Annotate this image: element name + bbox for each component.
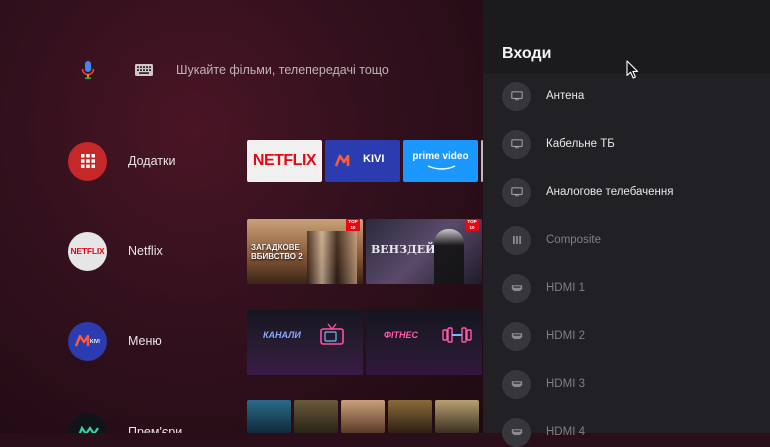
glass-onion-title: ЗАГАДКОВЕ ВБИВСТВО 2	[251, 243, 303, 261]
netflix-logo-text: NETFLIX	[70, 246, 105, 256]
top10-badge: TOP 10	[465, 219, 479, 231]
input-label: Аналогове телебачення	[546, 186, 674, 198]
apps-grid-icon[interactable]	[68, 141, 107, 181]
tv-icon	[502, 81, 531, 111]
row-label-apps: Додатки	[128, 154, 176, 168]
netflix-tile-label: NETFLIX	[252, 152, 317, 169]
hdmi-icon	[502, 417, 531, 447]
premiere-poster[interactable]	[341, 400, 385, 433]
premiere-poster[interactable]	[435, 400, 479, 433]
input-item-hdmi-4[interactable]: HDMI 4	[502, 417, 762, 447]
tv-neon-icon	[320, 323, 344, 345]
row-label-netflix: Netflix	[128, 244, 163, 258]
input-item-cable-tv[interactable]: Кабельне ТБ	[502, 129, 762, 159]
premiere-poster[interactable]	[294, 400, 338, 433]
input-item-hdmi-3[interactable]: HDMI 3	[502, 369, 762, 399]
fitness-tile[interactable]: ФІТНЕС	[366, 310, 482, 375]
kivi-logo[interactable]: KIVI	[68, 321, 107, 361]
dumbbell-icon	[442, 327, 472, 343]
kivi-m-icon: KIVI	[74, 334, 100, 347]
svg-text:KIVI: KIVI	[90, 339, 100, 345]
input-label: HDMI 3	[546, 378, 585, 390]
mouse-cursor-icon	[626, 60, 639, 79]
wednesday-tile[interactable]: TOP 10 ВЕНЗДЕЙ	[366, 219, 482, 284]
input-item-analog-tv[interactable]: Аналогове телебачення	[502, 177, 762, 207]
input-item-hdmi-1[interactable]: HDMI 1	[502, 273, 762, 303]
prime-tile-label: prime video	[412, 151, 469, 162]
row-premieres[interactable]: Прем'єри	[68, 412, 182, 433]
input-label: Composite	[546, 234, 601, 246]
fitness-title: ФІТНЕС	[384, 330, 419, 340]
row-apps[interactable]: Додатки	[68, 141, 175, 181]
kivi-m-icon	[335, 154, 350, 167]
top10-badge: TOP 10	[346, 219, 360, 231]
microphone-icon[interactable]	[78, 58, 98, 82]
premiere-poster[interactable]	[247, 400, 291, 433]
hdmi-icon	[502, 273, 531, 303]
hdmi-icon	[502, 369, 531, 399]
prime-video-app-tile[interactable]: prime video	[403, 140, 478, 182]
inputs-panel-title: Входи	[502, 45, 552, 62]
input-label: Антена	[546, 90, 585, 102]
keyboard-icon[interactable]	[134, 63, 154, 77]
row-label-menu: Меню	[128, 334, 162, 348]
search-bar[interactable]: Шукайте фільми, телепередачі тощо	[78, 56, 389, 84]
prime-smile-icon	[427, 165, 456, 170]
tv-icon	[502, 129, 531, 159]
premieres-logo-icon[interactable]	[68, 412, 107, 433]
channels-title: КАНАЛИ	[263, 330, 301, 340]
cast-silhouettes	[307, 231, 357, 284]
wednesday-title: ВЕНЗДЕЙ	[371, 243, 436, 256]
netflix-app-tile[interactable]: NETFLIX	[247, 140, 322, 182]
netflix-logo[interactable]: NETFLIX	[68, 231, 107, 271]
hdmi-icon	[502, 321, 531, 351]
row-menu[interactable]: KIVI Меню	[68, 321, 162, 361]
row-netflix[interactable]: NETFLIX Netflix	[68, 231, 163, 271]
input-item-composite[interactable]: Composite	[502, 225, 762, 255]
input-label: HDMI 2	[546, 330, 585, 342]
channels-tile[interactable]: КАНАЛИ	[247, 310, 363, 375]
search-placeholder: Шукайте фільми, телепередачі тощо	[176, 63, 389, 77]
input-label: HDMI 4	[546, 426, 585, 438]
premiere-poster[interactable]	[388, 400, 432, 433]
input-item-antenna[interactable]: Антена	[502, 81, 762, 111]
glass-onion-tile[interactable]: TOP 10 ЗАГАДКОВЕ ВБИВСТВО 2	[247, 219, 363, 284]
kivi-tile-label: KIVI	[363, 153, 385, 165]
wednesday-figure	[434, 229, 464, 284]
composite-icon	[502, 225, 531, 255]
home-screen: Шукайте фільми, телепередачі тощо Додатк…	[0, 0, 483, 433]
input-item-hdmi-2[interactable]: HDMI 2	[502, 321, 762, 351]
tv-icon	[502, 177, 531, 207]
input-label: HDMI 1	[546, 282, 585, 294]
row-label-premieres: Прем'єри	[128, 425, 183, 433]
kivi-app-tile[interactable]: KIVI	[325, 140, 400, 182]
input-label: Кабельне ТБ	[546, 138, 615, 150]
